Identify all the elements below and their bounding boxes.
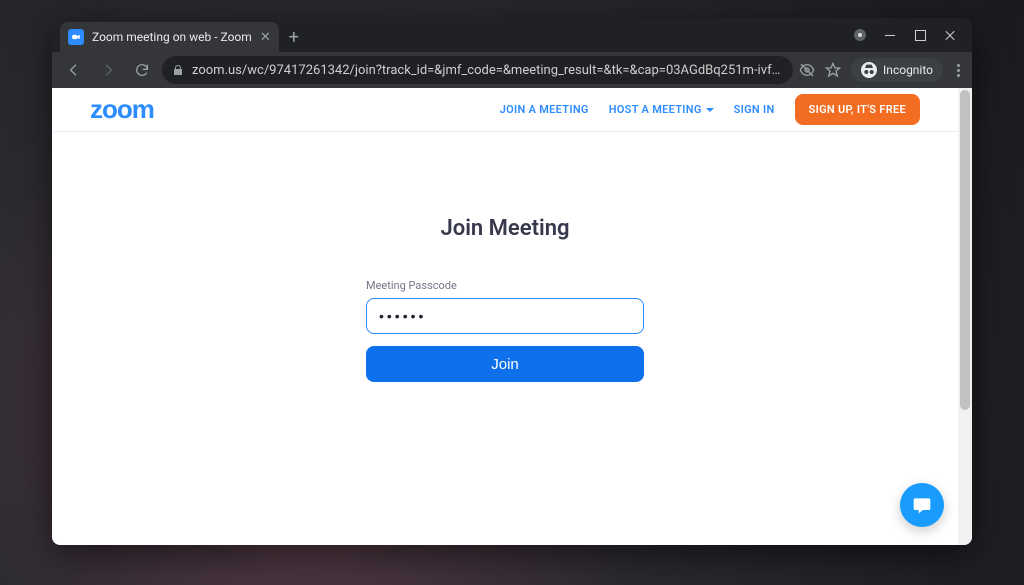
incognito-label: Incognito xyxy=(883,63,933,77)
incognito-icon xyxy=(861,62,877,78)
forward-button[interactable] xyxy=(94,56,122,84)
chevron-down-icon xyxy=(706,108,714,112)
sign-in-link[interactable]: SIGN IN xyxy=(734,103,775,116)
join-meeting-link[interactable]: JOIN A MEETING xyxy=(500,103,589,116)
scrollbar[interactable] xyxy=(958,88,972,545)
main-content: Join Meeting Meeting Passcode Join xyxy=(52,132,958,382)
join-button[interactable]: Join xyxy=(366,346,644,382)
host-meeting-label: HOST A MEETING xyxy=(609,103,702,116)
join-form: Meeting Passcode Join xyxy=(366,279,644,382)
page-title: Join Meeting xyxy=(440,216,569,241)
star-icon[interactable] xyxy=(825,62,841,78)
back-button[interactable] xyxy=(60,56,88,84)
window-controls xyxy=(854,18,968,52)
toolbar-right-icons: Incognito xyxy=(799,58,964,82)
address-bar[interactable]: zoom.us/wc/97417261342/join?track_id=&jm… xyxy=(162,56,793,84)
browser-tab[interactable]: Zoom meeting on web - Zoom ✕ xyxy=(60,22,279,52)
window-maximize-button[interactable] xyxy=(914,29,926,41)
incognito-badge[interactable]: Incognito xyxy=(851,58,943,82)
chat-icon xyxy=(912,495,932,515)
browser-toolbar: zoom.us/wc/97417261342/join?track_id=&jm… xyxy=(52,52,972,88)
tab-title: Zoom meeting on web - Zoom xyxy=(92,30,252,44)
zoom-logo[interactable]: zoom xyxy=(90,94,154,125)
lock-icon xyxy=(172,64,184,76)
media-indicator-icon[interactable] xyxy=(854,29,866,41)
zoom-favicon-icon xyxy=(68,29,84,45)
chat-fab[interactable] xyxy=(900,483,944,527)
sign-up-button[interactable]: SIGN UP, IT'S FREE xyxy=(795,94,920,125)
tab-close-icon[interactable]: ✕ xyxy=(260,30,271,45)
reload-button[interactable] xyxy=(128,56,156,84)
url-text: zoom.us/wc/97417261342/join?track_id=&jm… xyxy=(192,63,783,78)
passcode-input[interactable] xyxy=(366,298,644,334)
header-nav: JOIN A MEETING HOST A MEETING SIGN IN SI… xyxy=(500,94,920,125)
new-tab-button[interactable]: + xyxy=(279,27,309,52)
eye-off-icon[interactable] xyxy=(799,62,815,78)
browser-titlebar: Zoom meeting on web - Zoom ✕ + xyxy=(52,18,972,52)
browser-menu-button[interactable] xyxy=(953,64,964,77)
page-viewport: zoom JOIN A MEETING HOST A MEETING SIGN … xyxy=(52,88,972,545)
page-header: zoom JOIN A MEETING HOST A MEETING SIGN … xyxy=(52,88,958,132)
scrollbar-thumb[interactable] xyxy=(960,90,970,410)
window-close-button[interactable] xyxy=(944,29,956,41)
passcode-label: Meeting Passcode xyxy=(366,279,644,292)
browser-window: Zoom meeting on web - Zoom ✕ + xyxy=(52,18,972,545)
host-meeting-dropdown[interactable]: HOST A MEETING xyxy=(609,103,714,116)
window-minimize-button[interactable] xyxy=(884,29,896,41)
